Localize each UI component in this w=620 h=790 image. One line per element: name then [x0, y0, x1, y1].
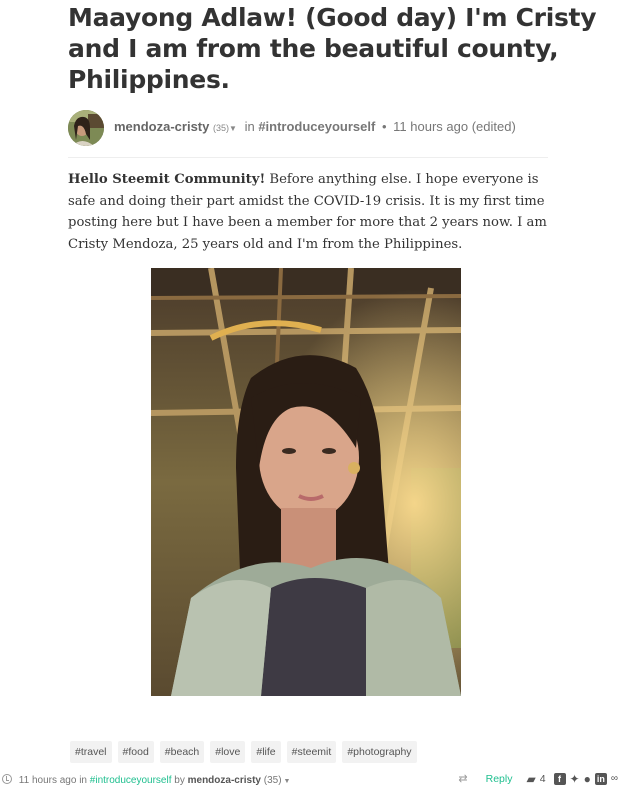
- post-time[interactable]: 11 hours ago (edited): [393, 119, 516, 134]
- tag-travel[interactable]: #travel: [70, 741, 112, 763]
- tag-photography[interactable]: #photography: [342, 741, 417, 763]
- linkedin-icon[interactable]: in: [594, 773, 607, 785]
- post-body: Hello Steemit Community! Before anything…: [68, 169, 552, 255]
- clock-icon: [2, 774, 12, 784]
- post-footer: 11 hours ago in #introduceyourself by me…: [0, 772, 620, 790]
- in-label: in: [244, 119, 255, 134]
- facebook-icon[interactable]: f: [553, 773, 566, 785]
- tag-steemit[interactable]: #steemit: [286, 741, 337, 763]
- link-icon[interactable]: ∞: [611, 772, 618, 786]
- footer-author-caret-icon[interactable]: ▼: [282, 778, 291, 785]
- community-link[interactable]: #introduceyourself: [258, 119, 375, 134]
- reddit-icon[interactable]: ●: [584, 772, 591, 786]
- tag-list: #travel #food #beach #love #life #steemi…: [70, 741, 417, 763]
- author-row: mendoza-cristy (35)▼ in #introduceyourse…: [68, 110, 548, 148]
- author-dropdown-caret-icon[interactable]: ▼: [229, 124, 237, 133]
- footer-by-label: by: [174, 775, 185, 786]
- post-photo[interactable]: [151, 268, 461, 696]
- footer-meta: 11 hours ago in #introduceyourself by me…: [2, 774, 290, 786]
- reply-button[interactable]: Reply: [486, 773, 513, 785]
- author-avatar[interactable]: [68, 110, 104, 146]
- post-body-lead: Hello Steemit Community!: [68, 172, 266, 187]
- comments-icon[interactable]: ▰: [526, 772, 535, 786]
- tag-beach[interactable]: #beach: [159, 741, 205, 763]
- header-divider: [68, 157, 548, 158]
- author-reputation: (35): [213, 123, 230, 133]
- footer-author-reputation: (35): [263, 775, 282, 786]
- comment-count[interactable]: 4: [540, 773, 546, 785]
- separator-dot: •: [381, 119, 387, 134]
- tag-life[interactable]: #life: [251, 741, 281, 763]
- footer-in-label: in: [79, 775, 87, 786]
- post-title: Maayong Adlaw! (Good day) I'm Cristy and…: [68, 3, 597, 94]
- tag-love[interactable]: #love: [210, 741, 246, 763]
- footer-time[interactable]: 11 hours ago: [19, 775, 77, 786]
- footer-community-link[interactable]: #introduceyourself: [90, 775, 172, 786]
- twitter-icon[interactable]: ✦: [570, 772, 580, 786]
- author-name-link[interactable]: mendoza-cristy: [114, 119, 209, 134]
- tag-food[interactable]: #food: [117, 741, 154, 763]
- resteem-icon[interactable]: ⇄: [458, 772, 467, 786]
- footer-actions: ⇄ Reply ▰ 4 f ✦ ● in ∞: [458, 772, 618, 786]
- post-meta: mendoza-cristy (35)▼ in #introduceyourse…: [114, 119, 516, 134]
- footer-author-link[interactable]: mendoza-cristy: [188, 775, 261, 786]
